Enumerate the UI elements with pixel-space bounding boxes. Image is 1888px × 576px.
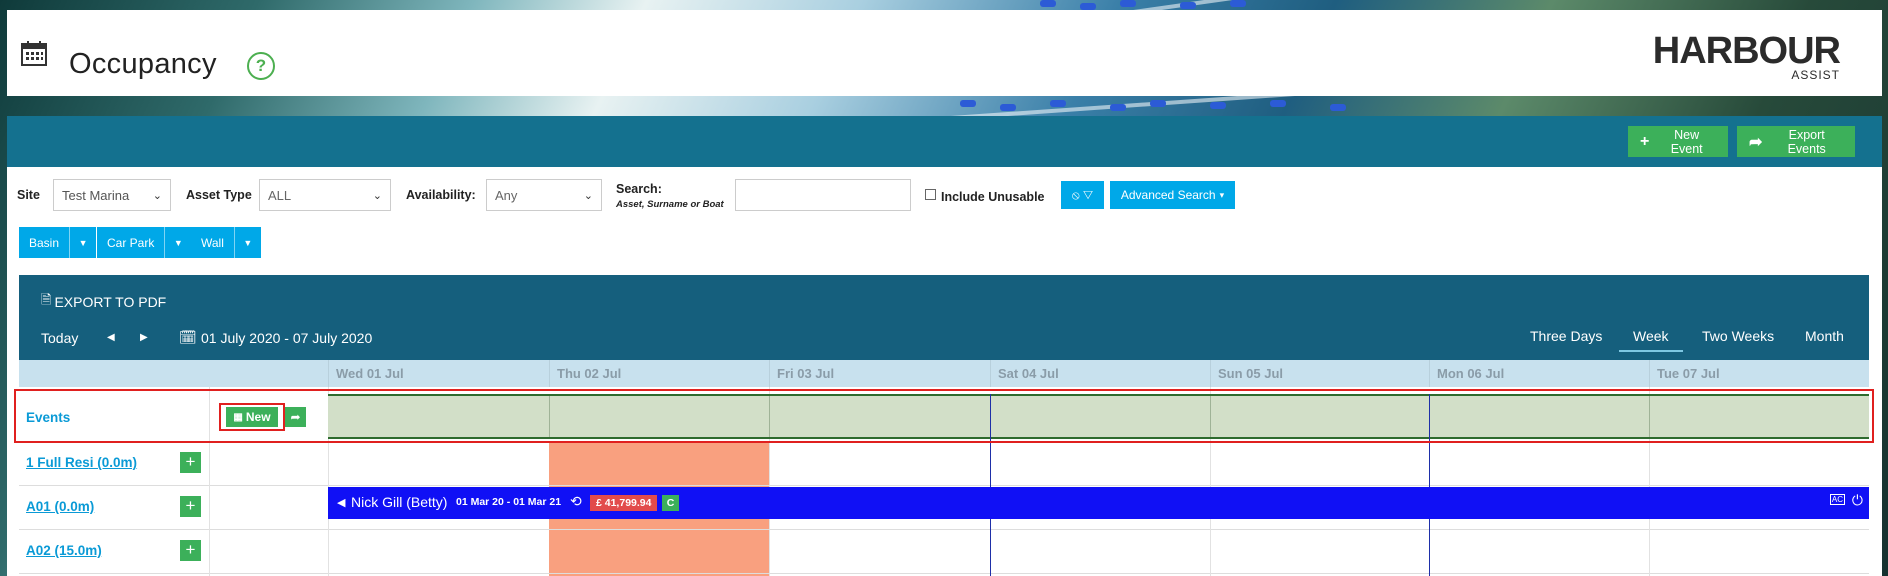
search-label: Search: xyxy=(616,182,662,196)
row-divider xyxy=(19,485,1869,486)
basin-label: Basin xyxy=(29,235,60,250)
continues-left-icon: ◀ xyxy=(337,497,346,509)
car-park-label: Car Park xyxy=(107,235,155,250)
availability-select-value: Any xyxy=(495,187,518,203)
add-booking-button[interactable]: + xyxy=(180,496,201,517)
today-button[interactable]: Today xyxy=(41,330,78,346)
day-header-mon: Mon 06 Jul xyxy=(1429,360,1649,387)
asset-type-label: Asset Type xyxy=(186,188,252,202)
booking-amount-badge: £ 41,799.94 xyxy=(590,495,658,511)
asset-row-label[interactable]: 1 Full Resi (0.0m) xyxy=(26,455,137,470)
day-header-sun: Sun 05 Jul xyxy=(1210,360,1429,387)
tab-month[interactable]: Month xyxy=(1805,328,1844,344)
clear-filter-icon: ⦸ ▽ xyxy=(1071,187,1094,202)
share-arrow-icon: ➦ xyxy=(1749,133,1763,151)
row-divider xyxy=(19,573,1869,574)
asset-row-label[interactable]: A01 (0.0m) xyxy=(26,499,94,514)
harbour-assist-logo: HARBOUR ASSIST xyxy=(1652,30,1841,82)
day-header-sat: Sat 04 Jul xyxy=(990,360,1210,387)
pdf-icon: 🗎 xyxy=(41,292,52,307)
advanced-search-label: Advanced Search xyxy=(1120,188,1216,202)
caret-down-icon[interactable]: ▼ xyxy=(164,227,191,258)
power-icon: ⏻ xyxy=(1851,492,1863,508)
export-events-button[interactable]: ➦ Export Events xyxy=(1737,126,1855,157)
calendar-icon xyxy=(21,41,47,66)
asset-type-select[interactable]: ALL ⌄ xyxy=(259,179,391,211)
events-row-highlight xyxy=(14,389,1874,443)
day-header-wed: Wed 01 Jul xyxy=(328,360,549,387)
tab-two-weeks[interactable]: Two Weeks xyxy=(1702,328,1774,344)
calendar-toolbar: 🗎 EXPORT TO PDF Today ◀ ▶ 🗓 01 July 2020… xyxy=(19,275,1869,360)
plus-icon: + xyxy=(1640,132,1650,150)
row-divider xyxy=(19,529,1869,530)
booking-dates: 01 Mar 20 - 01 Mar 21 xyxy=(456,496,562,508)
car-park-button[interactable]: Car Park ▼ xyxy=(97,227,192,258)
occupancy-calendar: 🗎 EXPORT TO PDF Today ◀ ▶ 🗓 01 July 2020… xyxy=(14,275,1874,576)
day-header-thu: Thu 02 Jul xyxy=(549,360,769,387)
wall-button[interactable]: Wall ▼ xyxy=(191,227,261,258)
booking-customer: Nick Gill (Betty) xyxy=(351,494,448,510)
tab-week[interactable]: Week xyxy=(1619,328,1683,352)
date-range: 01 July 2020 - 07 July 2020 xyxy=(201,330,373,346)
export-pdf-label: EXPORT TO PDF xyxy=(54,294,167,310)
calendar-small-icon[interactable]: 🗓 xyxy=(179,329,197,346)
day-header-fri: Fri 03 Jul xyxy=(769,360,990,387)
new-event-label: New Event xyxy=(1670,127,1703,156)
site-select[interactable]: Test Marina ⌄ xyxy=(53,179,171,211)
advanced-search-button[interactable]: Advanced Search ▾ xyxy=(1110,181,1235,209)
search-hint: Asset, Surname or Boat xyxy=(616,199,724,210)
export-pdf-button[interactable]: 🗎 EXPORT TO PDF xyxy=(41,291,166,313)
add-booking-button[interactable]: + xyxy=(180,452,201,473)
next-arrow-icon[interactable]: ▶ xyxy=(140,332,148,343)
logo-main-text: HARBOUR xyxy=(1652,30,1841,72)
wall-label: Wall xyxy=(201,235,224,250)
availability-select[interactable]: Any ⌄ xyxy=(486,179,602,211)
recurring-icon: ⟲ xyxy=(570,493,582,509)
chevron-down-icon: ⌄ xyxy=(583,189,593,202)
booking-bar[interactable]: ◀ Nick Gill (Betty) 01 Mar 20 - 01 Mar 2… xyxy=(328,487,1869,519)
caret-down-icon[interactable]: ▼ xyxy=(233,227,261,258)
chevron-down-icon: ▾ xyxy=(1219,189,1225,200)
tab-three-days[interactable]: Three Days xyxy=(1530,328,1602,344)
add-booking-button[interactable]: + xyxy=(180,540,201,561)
search-input[interactable] xyxy=(735,179,911,211)
site-select-value: Test Marina xyxy=(62,187,130,203)
ac-icon: AC xyxy=(1829,494,1845,505)
export-events-label: Export Events xyxy=(1787,127,1826,156)
include-unusable-label: Include Unusable xyxy=(941,190,1045,204)
help-icon[interactable]: ? xyxy=(247,52,275,80)
availability-label: Availability: xyxy=(406,188,476,202)
page-title: Occupancy xyxy=(69,48,217,80)
chevron-down-icon: ⌄ xyxy=(372,189,382,202)
site-label: Site xyxy=(17,188,40,202)
day-header-tue: Tue 07 Jul xyxy=(1649,360,1869,387)
new-event-button[interactable]: + New Event xyxy=(1628,126,1728,157)
page-header: Occupancy ? HARBOUR ASSIST xyxy=(7,10,1882,96)
caret-down-icon[interactable]: ▼ xyxy=(69,227,96,258)
prev-arrow-icon[interactable]: ◀ xyxy=(107,332,115,343)
chevron-down-icon: ⌄ xyxy=(152,189,162,202)
asset-row-label[interactable]: A02 (15.0m) xyxy=(26,543,102,558)
include-unusable-checkbox[interactable] xyxy=(925,189,936,200)
action-band: + New Event ➦ Export Events xyxy=(7,116,1882,167)
clear-filter-button[interactable]: ⦸ ▽ xyxy=(1061,181,1104,209)
booking-status-badge: C xyxy=(662,495,679,511)
asset-type-select-value: ALL xyxy=(268,187,292,203)
basin-button[interactable]: Basin ▼ xyxy=(19,227,97,258)
